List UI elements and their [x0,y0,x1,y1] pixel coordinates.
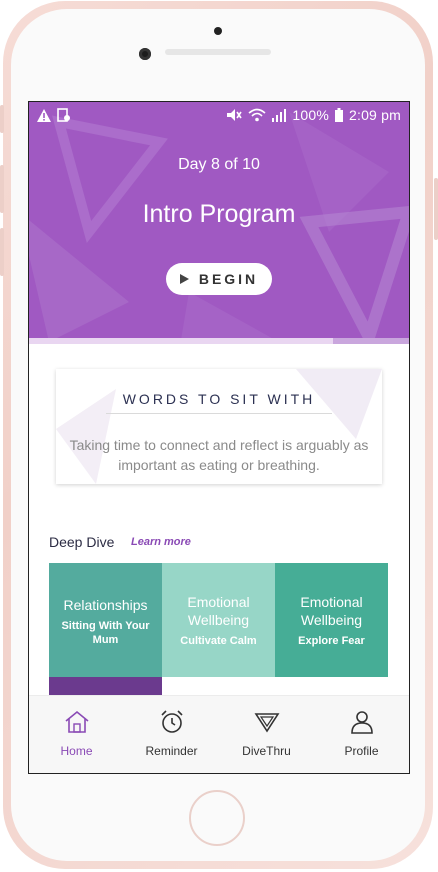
home-icon [65,710,89,733]
battery-icon [335,108,343,122]
wifi-icon [248,108,266,122]
quote-card-text: Taking time to connect and reflect is ar… [69,437,369,473]
power-button [434,178,438,240]
earpiece-speaker [165,49,271,55]
volume-down-button [0,228,4,276]
deep-dive-tiles: Relationships Sitting With Your Mum Emot… [49,563,389,677]
warning-icon [37,108,51,122]
app-screen: 100% 2:09 pm Day 8 of 10 Intro Program B… [28,101,410,774]
begin-button[interactable]: BEGIN [166,263,272,295]
quote-card: WORDS TO SIT WITH Taking time to connect… [56,369,382,484]
mute-switch [0,105,4,133]
front-camera [139,48,151,60]
program-hero: 100% 2:09 pm Day 8 of 10 Intro Program B… [29,102,409,344]
bottom-tab-bar: Home Reminder DiveThru Profile [29,695,409,773]
tab-label: Home [60,744,93,758]
tile-category: Emotional Wellbeing [187,594,250,628]
profile-icon [351,711,373,734]
deep-dive-tile-explore-fear[interactable]: Emotional Wellbeing Explore Fear [275,563,388,677]
clipboard-alert-icon [57,108,70,122]
begin-button-label: BEGIN [198,271,259,287]
home-hardware-button[interactable] [189,790,245,846]
tile-category: Relationships [63,597,148,613]
status-bar: 100% 2:09 pm [29,102,409,130]
program-progress-remaining [333,338,409,344]
volume-up-button [0,165,4,213]
signal-icon [272,109,287,122]
front-sensor [214,27,222,35]
tile-category: Emotional Wellbeing [300,594,363,628]
quote-card-divider [106,413,332,414]
alarm-clock-icon [161,710,183,733]
program-day-label: Day 8 of 10 [178,156,260,173]
tab-label: Reminder [145,744,198,758]
play-icon [179,274,189,284]
battery-percent: 100% [292,107,329,123]
divethru-triangle-icon [254,713,280,733]
tab-label: Profile [344,744,379,758]
next-tile-peek [49,677,162,697]
clock: 2:09 pm [349,107,401,123]
program-title: Intro Program [142,200,296,228]
tab-divethru[interactable]: DiveThru [219,696,314,773]
learn-more-link[interactable]: Learn more [131,536,191,548]
deep-dive-tile-relationships[interactable]: Relationships Sitting With Your Mum [49,563,162,677]
tile-subtitle: Sitting With Your Mum [61,620,150,646]
deep-dive-title: Deep Dive [49,534,115,550]
tab-label: DiveThru [242,744,291,758]
tile-subtitle: Explore Fear [298,635,365,647]
tab-home[interactable]: Home [29,696,124,773]
mute-icon [227,109,243,121]
quote-card-heading: WORDS TO SIT WITH [122,391,316,407]
tab-profile[interactable]: Profile [314,696,409,773]
tab-reminder[interactable]: Reminder [124,696,219,773]
tile-subtitle: Cultivate Calm [180,635,257,647]
deep-dive-tile-cultivate-calm[interactable]: Emotional Wellbeing Cultivate Calm [162,563,275,677]
